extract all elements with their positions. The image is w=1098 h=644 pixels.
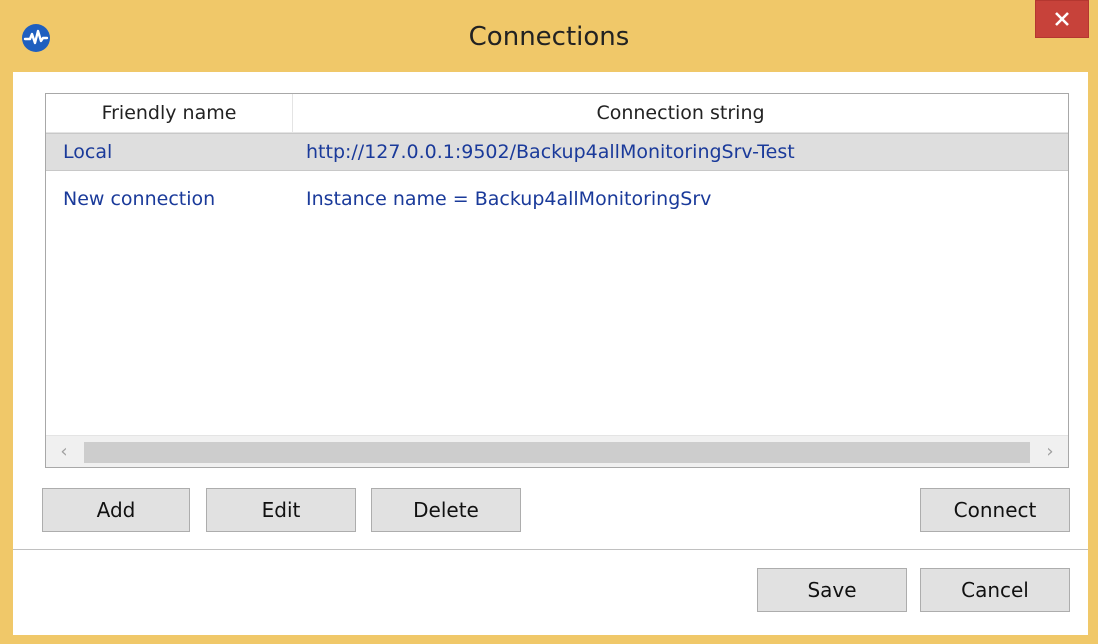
column-header-friendly-name[interactable]: Friendly name bbox=[46, 94, 293, 132]
divider bbox=[13, 549, 1088, 550]
cell-friendly-name: Local bbox=[63, 141, 113, 163]
chevron-right-icon[interactable]: › bbox=[1032, 436, 1068, 467]
table-row[interactable]: Local http://127.0.0.1:9502/Backup4allMo… bbox=[46, 133, 1068, 171]
title-bar[interactable]: Connections bbox=[0, 0, 1098, 82]
close-icon bbox=[1055, 12, 1069, 26]
connect-button[interactable]: Connect bbox=[920, 488, 1070, 532]
cancel-button[interactable]: Cancel bbox=[920, 568, 1070, 612]
window-title: Connections bbox=[468, 22, 630, 52]
table-row[interactable]: New connection Instance name = Backup4al… bbox=[46, 181, 1068, 219]
scrollbar-thumb[interactable] bbox=[84, 442, 1030, 463]
connections-grid[interactable]: Friendly name Connection string Local ht… bbox=[45, 93, 1069, 468]
edit-button[interactable]: Edit bbox=[206, 488, 356, 532]
close-button[interactable] bbox=[1035, 0, 1089, 38]
save-button[interactable]: Save bbox=[757, 568, 907, 612]
grid-header: Friendly name Connection string bbox=[46, 94, 1068, 133]
horizontal-scrollbar[interactable]: ‹ › bbox=[46, 435, 1068, 467]
connections-window: Connections Friendly name Connection str… bbox=[0, 0, 1098, 644]
dialog-body: Friendly name Connection string Local ht… bbox=[13, 72, 1088, 635]
delete-button[interactable]: Delete bbox=[371, 488, 521, 532]
cell-connection-string: Instance name = Backup4allMonitoringSrv bbox=[306, 188, 712, 210]
cell-connection-string: http://127.0.0.1:9502/Backup4allMonitori… bbox=[306, 141, 795, 163]
chevron-left-icon[interactable]: ‹ bbox=[46, 436, 82, 467]
column-header-connection-string[interactable]: Connection string bbox=[293, 94, 1068, 132]
add-button[interactable]: Add bbox=[42, 488, 190, 532]
cell-friendly-name: New connection bbox=[63, 188, 216, 210]
